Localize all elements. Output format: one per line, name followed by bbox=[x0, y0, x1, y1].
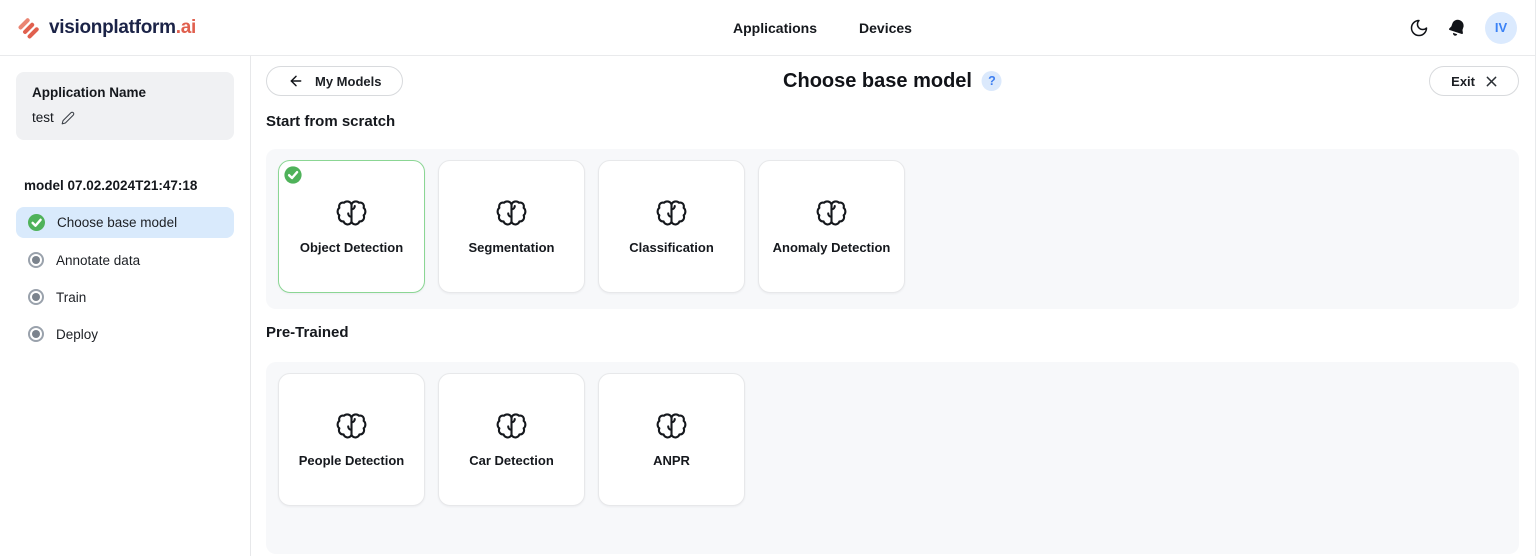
main-nav: Applications Devices bbox=[733, 20, 912, 36]
logo-suffix: .ai bbox=[176, 17, 196, 38]
card-label: Segmentation bbox=[463, 240, 561, 255]
card-segmentation[interactable]: Segmentation bbox=[438, 160, 585, 293]
user-avatar[interactable]: IV bbox=[1485, 12, 1517, 44]
moon-icon bbox=[1409, 18, 1429, 38]
card-label: Object Detection bbox=[294, 240, 409, 255]
card-label: Car Detection bbox=[463, 453, 560, 468]
pre-trained-panel: People Detection Car Detection ANPR bbox=[266, 362, 1519, 554]
brain-icon bbox=[656, 199, 687, 227]
application-name-value: test bbox=[32, 110, 54, 125]
logo-name: visionplatform bbox=[49, 17, 176, 38]
exit-button[interactable]: Exit bbox=[1429, 66, 1519, 96]
model-title: model 07.02.2024T21:47:18 bbox=[24, 178, 234, 193]
card-object-detection[interactable]: Object Detection bbox=[278, 160, 425, 293]
help-icon[interactable]: ? bbox=[982, 71, 1002, 91]
step-label: Choose base model bbox=[57, 215, 177, 230]
card-anpr[interactable]: ANPR bbox=[598, 373, 745, 506]
brain-icon bbox=[656, 412, 687, 440]
step-label: Train bbox=[56, 290, 86, 305]
brain-icon bbox=[496, 412, 527, 440]
brain-icon bbox=[496, 199, 527, 227]
arrow-left-icon bbox=[288, 73, 304, 89]
step-pending-icon bbox=[28, 289, 44, 305]
card-label: Classification bbox=[623, 240, 720, 255]
application-name-box: Application Name test bbox=[16, 72, 234, 140]
brain-icon bbox=[336, 412, 367, 440]
step-pending-icon bbox=[28, 326, 44, 342]
logo-text: visionplatform.ai bbox=[49, 17, 196, 39]
page-title-area: Choose base model ? bbox=[783, 70, 1002, 93]
card-anomaly-detection[interactable]: Anomaly Detection bbox=[758, 160, 905, 293]
application-name-label: Application Name bbox=[32, 85, 218, 100]
start-from-scratch-panel: Object Detection Segmentation Classifica… bbox=[266, 149, 1519, 309]
step-label: Annotate data bbox=[56, 253, 140, 268]
close-icon bbox=[1486, 76, 1497, 87]
header-actions: IV bbox=[1409, 12, 1517, 44]
main-content: My Models Choose base model ? Exit Start… bbox=[251, 56, 1535, 556]
page-title: Choose base model bbox=[783, 70, 972, 93]
card-people-detection[interactable]: People Detection bbox=[278, 373, 425, 506]
step-deploy[interactable]: Deploy bbox=[16, 319, 234, 349]
card-label: Anomaly Detection bbox=[767, 240, 897, 255]
step-annotate-data[interactable]: Annotate data bbox=[16, 245, 234, 275]
top-header: visionplatform.ai Applications Devices I… bbox=[0, 0, 1535, 56]
exit-button-label: Exit bbox=[1451, 74, 1475, 89]
step-complete-icon bbox=[28, 214, 45, 231]
step-choose-base-model[interactable]: Choose base model bbox=[16, 207, 234, 238]
section-heading-pre-trained: Pre-Trained bbox=[266, 324, 1519, 341]
nav-devices[interactable]: Devices bbox=[859, 20, 912, 36]
notifications-button[interactable] bbox=[1447, 18, 1467, 38]
edit-pencil-icon[interactable] bbox=[61, 111, 75, 125]
brain-icon bbox=[336, 199, 367, 227]
card-label: ANPR bbox=[647, 453, 696, 468]
page-toolbar: My Models Choose base model ? Exit bbox=[266, 66, 1519, 96]
logo-icon bbox=[16, 15, 42, 41]
nav-applications[interactable]: Applications bbox=[733, 20, 817, 36]
step-label: Deploy bbox=[56, 327, 98, 342]
logo[interactable]: visionplatform.ai bbox=[16, 15, 196, 41]
step-train[interactable]: Train bbox=[16, 282, 234, 312]
brain-icon bbox=[816, 199, 847, 227]
section-heading-start-from-scratch: Start from scratch bbox=[266, 113, 1519, 130]
back-to-my-models-button[interactable]: My Models bbox=[266, 66, 403, 96]
bell-icon bbox=[1444, 15, 1469, 40]
dark-mode-toggle[interactable] bbox=[1409, 18, 1429, 38]
step-pending-icon bbox=[28, 252, 44, 268]
card-label: People Detection bbox=[293, 453, 410, 468]
card-car-detection[interactable]: Car Detection bbox=[438, 373, 585, 506]
application-name-row: test bbox=[32, 110, 218, 125]
card-classification[interactable]: Classification bbox=[598, 160, 745, 293]
back-button-label: My Models bbox=[315, 74, 381, 89]
sidebar: Application Name test model 07.02.2024T2… bbox=[0, 56, 251, 556]
selected-check-icon bbox=[284, 166, 302, 184]
